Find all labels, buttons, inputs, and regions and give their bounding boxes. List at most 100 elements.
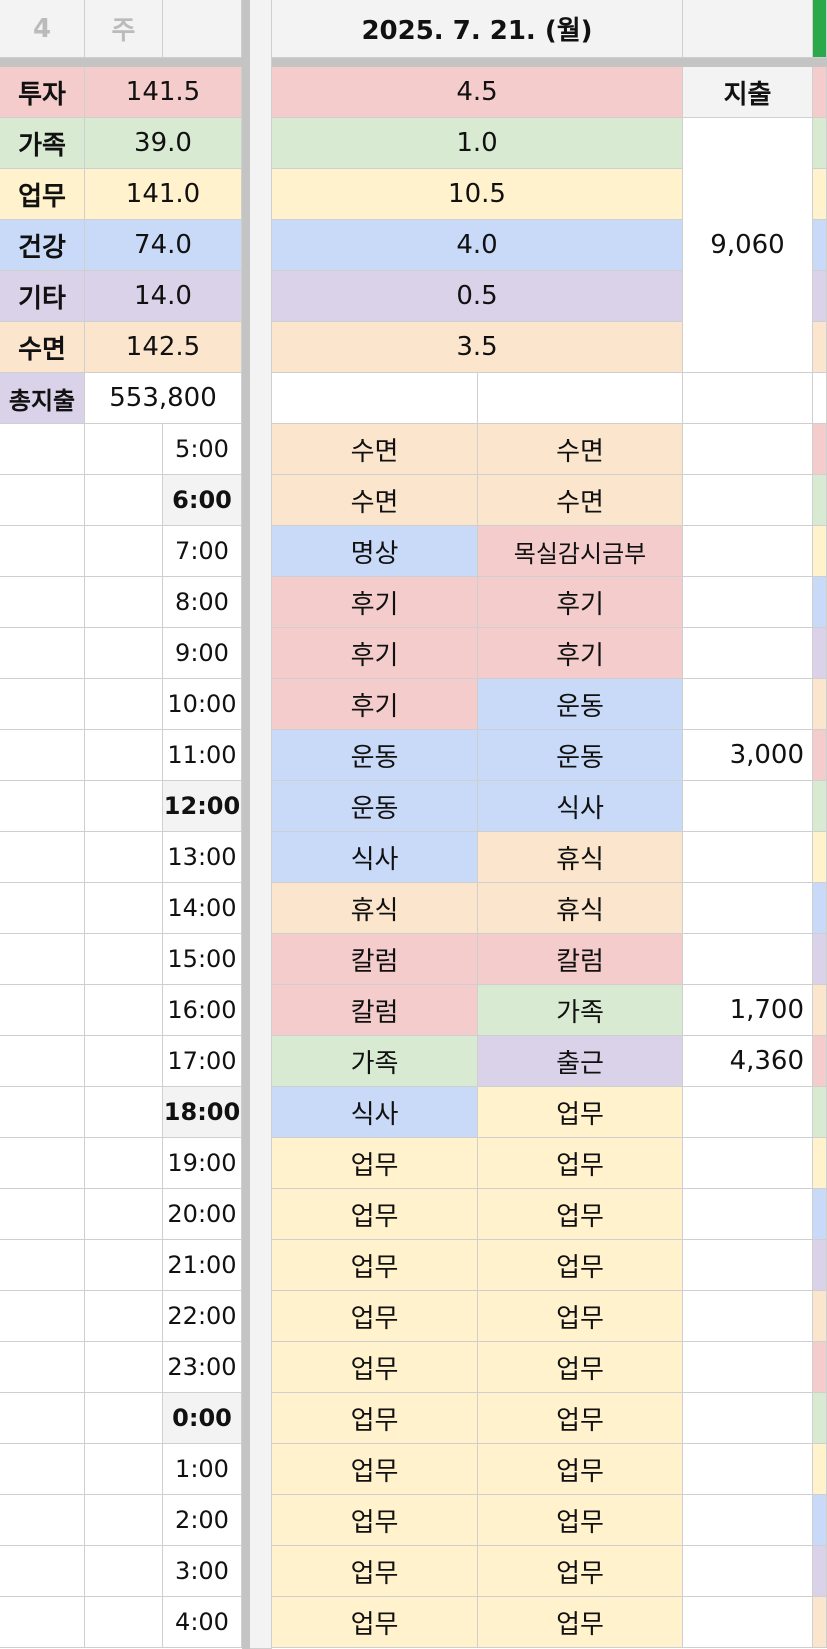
category-total-cell[interactable]: 14.0 (85, 271, 242, 322)
time-slot-cell[interactable]: 3:00 (163, 1546, 242, 1597)
time-slot-cell[interactable]: 19:00 (163, 1138, 242, 1189)
schedule-cell-second-half[interactable]: 업무 (478, 1495, 683, 1546)
next-day-cell[interactable] (813, 1342, 827, 1393)
schedule-cell-first-half[interactable]: 휴식 (272, 883, 478, 934)
schedule-cell-first-half[interactable]: 수면 (272, 475, 478, 526)
next-day-cell[interactable] (813, 577, 827, 628)
time-slot-cell[interactable]: 1:00 (163, 1444, 242, 1495)
hourly-expense-cell[interactable] (683, 1546, 813, 1597)
hourly-expense-cell[interactable] (683, 781, 813, 832)
next-day-cell[interactable] (813, 271, 827, 322)
hourly-expense-cell[interactable] (683, 832, 813, 883)
schedule-cell-second-half[interactable]: 후기 (478, 577, 683, 628)
total-expense-value-cell[interactable]: 553,800 (85, 373, 242, 424)
next-day-cell[interactable] (813, 1393, 827, 1444)
empty-cell[interactable] (85, 628, 163, 679)
category-label-cell[interactable]: 투자 (0, 67, 85, 118)
hourly-expense-cell[interactable] (683, 1087, 813, 1138)
hourly-expense-cell[interactable] (683, 1189, 813, 1240)
schedule-cell-first-half[interactable]: 업무 (272, 1240, 478, 1291)
empty-cell[interactable] (0, 1189, 85, 1240)
empty-cell[interactable] (0, 1546, 85, 1597)
empty-cell[interactable] (272, 373, 478, 424)
schedule-cell-first-half[interactable]: 업무 (272, 1393, 478, 1444)
schedule-cell-second-half[interactable]: 업무 (478, 1189, 683, 1240)
empty-cell[interactable] (0, 934, 85, 985)
category-total-cell[interactable]: 141.5 (85, 67, 242, 118)
empty-cell[interactable] (85, 577, 163, 628)
empty-cell[interactable] (85, 1444, 163, 1495)
next-day-cell[interactable] (813, 628, 827, 679)
next-day-cell[interactable] (813, 373, 827, 424)
next-day-cell[interactable] (813, 1495, 827, 1546)
next-day-cell[interactable] (813, 220, 827, 271)
next-day-cell[interactable] (813, 1597, 827, 1648)
empty-cell[interactable] (85, 1393, 163, 1444)
hourly-expense-cell[interactable] (683, 1597, 813, 1648)
empty-cell[interactable] (85, 985, 163, 1036)
next-day-cell[interactable] (813, 169, 827, 220)
empty-cell[interactable] (0, 730, 85, 781)
schedule-cell-second-half[interactable]: 칼럼 (478, 934, 683, 985)
hourly-expense-cell[interactable] (683, 1393, 813, 1444)
time-slot-cell[interactable]: 14:00 (163, 883, 242, 934)
time-slot-cell[interactable]: 17:00 (163, 1036, 242, 1087)
hourly-expense-cell[interactable] (683, 475, 813, 526)
schedule-cell-second-half[interactable]: 업무 (478, 1546, 683, 1597)
schedule-cell-second-half[interactable]: 업무 (478, 1240, 683, 1291)
empty-cell[interactable] (85, 1342, 163, 1393)
header-empty-cell[interactable] (163, 0, 242, 58)
next-day-cell[interactable] (813, 424, 827, 475)
schedule-cell-first-half[interactable]: 후기 (272, 679, 478, 730)
time-slot-cell[interactable]: 11:00 (163, 730, 242, 781)
schedule-cell-first-half[interactable]: 가족 (272, 1036, 478, 1087)
schedule-cell-first-half[interactable]: 업무 (272, 1189, 478, 1240)
schedule-cell-second-half[interactable]: 업무 (478, 1597, 683, 1648)
total-expense-label-cell[interactable]: 총지출 (0, 373, 85, 424)
schedule-cell-first-half[interactable]: 업무 (272, 1597, 478, 1648)
hourly-expense-cell[interactable] (683, 628, 813, 679)
schedule-cell-second-half[interactable]: 업무 (478, 1087, 683, 1138)
time-slot-cell[interactable]: 0:00 (163, 1393, 242, 1444)
schedule-cell-second-half[interactable]: 업무 (478, 1444, 683, 1495)
next-day-cell[interactable] (813, 730, 827, 781)
empty-cell[interactable] (0, 781, 85, 832)
schedule-cell-first-half[interactable]: 칼럼 (272, 934, 478, 985)
hourly-expense-cell[interactable] (683, 1444, 813, 1495)
empty-cell[interactable] (85, 1291, 163, 1342)
hourly-expense-cell[interactable] (683, 1138, 813, 1189)
hourly-expense-cell[interactable] (683, 883, 813, 934)
hourly-expense-cell[interactable] (683, 526, 813, 577)
next-day-cell[interactable] (813, 1240, 827, 1291)
hourly-expense-cell[interactable]: 4,360 (683, 1036, 813, 1087)
next-day-cell[interactable] (813, 322, 827, 373)
category-total-cell[interactable]: 39.0 (85, 118, 242, 169)
next-day-cell[interactable] (813, 934, 827, 985)
schedule-cell-first-half[interactable]: 수면 (272, 424, 478, 475)
schedule-cell-second-half[interactable]: 운동 (478, 679, 683, 730)
next-day-cell[interactable] (813, 1087, 827, 1138)
empty-cell[interactable] (0, 883, 85, 934)
category-total-cell[interactable]: 141.0 (85, 169, 242, 220)
schedule-cell-first-half[interactable]: 명상 (272, 526, 478, 577)
hourly-expense-cell[interactable] (683, 577, 813, 628)
empty-cell[interactable] (85, 424, 163, 475)
category-day-hours-cell[interactable]: 3.5 (272, 322, 683, 373)
schedule-cell-first-half[interactable]: 운동 (272, 730, 478, 781)
empty-cell[interactable] (0, 577, 85, 628)
empty-cell[interactable] (85, 1087, 163, 1138)
schedule-cell-second-half[interactable]: 목실감시금부 (478, 526, 683, 577)
time-slot-cell[interactable]: 5:00 (163, 424, 242, 475)
schedule-cell-second-half[interactable]: 업무 (478, 1291, 683, 1342)
time-slot-cell[interactable]: 12:00 (163, 781, 242, 832)
empty-cell[interactable] (0, 526, 85, 577)
empty-cell[interactable] (0, 832, 85, 883)
empty-cell[interactable] (85, 1495, 163, 1546)
time-slot-cell[interactable]: 21:00 (163, 1240, 242, 1291)
schedule-cell-second-half[interactable]: 업무 (478, 1138, 683, 1189)
schedule-cell-second-half[interactable]: 출근 (478, 1036, 683, 1087)
schedule-cell-first-half[interactable]: 업무 (272, 1342, 478, 1393)
empty-cell[interactable] (85, 730, 163, 781)
empty-cell[interactable] (85, 1240, 163, 1291)
header-empty-cell[interactable] (683, 0, 813, 58)
